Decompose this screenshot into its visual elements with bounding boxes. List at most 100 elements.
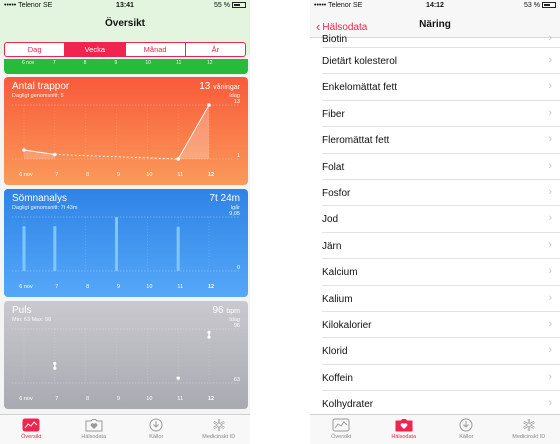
tab-sources[interactable]: Källor [125, 415, 188, 444]
status-bar: ••••• Telenor SE 13:41 55 % [0, 0, 250, 12]
list-item[interactable]: Enkelomättat fett › [322, 74, 560, 101]
strip-axis-label: 8 [83, 60, 87, 66]
strip-axis: 6 nov 7 8 9 10 11 12 [4, 60, 248, 67]
segment-week[interactable]: Vecka [65, 43, 126, 56]
x-axis-label: 12 [207, 396, 215, 402]
y-axis-min-label: 1 [237, 153, 240, 159]
tab-sources[interactable]: Källor [435, 415, 498, 444]
battery-status: 55 % [214, 2, 246, 9]
list-item[interactable]: Fiber › [322, 101, 560, 128]
x-axis-label: 12 [207, 172, 215, 178]
segment-year[interactable]: År [186, 43, 245, 56]
tab-medical-id[interactable]: Medicinskt ID [498, 415, 560, 444]
x-axis-label: 10 [146, 396, 153, 402]
sources-icon [125, 418, 188, 432]
tab-medical-id[interactable]: Medicinskt ID [188, 415, 251, 444]
x-axis-label: 10 [146, 172, 153, 178]
bar [115, 217, 118, 271]
chevron-right-icon: › [548, 291, 552, 304]
chevron-right-icon: › [548, 370, 552, 383]
strip-axis-label: 6 nov [22, 60, 35, 66]
status-bar: ••••• Telenor SE 14:12 53 % [310, 0, 560, 12]
list-item[interactable]: Folat › [322, 154, 560, 180]
tab-health-data[interactable]: Hälsodata [373, 415, 436, 444]
card-stairs[interactable]: 13 1 Antal trappor Dagligt genomsnitt: 5 … [4, 77, 248, 185]
strip-axis-label: 7 [52, 60, 56, 66]
list-item-label: Biotin [322, 34, 348, 45]
card-value: 13 våningar [199, 81, 240, 92]
card-pulse[interactable]: 96 63 Puls Min: 63 Max: 96 96 bpm Idag 6 … [4, 301, 248, 409]
list-item[interactable]: Fleromättat fett › [322, 127, 560, 154]
list-item[interactable]: Koffein › [322, 365, 560, 392]
x-axis-label: 11 [177, 396, 184, 402]
list-item-label: Fosfor [322, 187, 351, 199]
nav-bar: ••••• Telenor SE 14:12 53 % ‹ Hälsodata N… [310, 0, 560, 38]
list-item[interactable]: Kalcium › [322, 259, 560, 286]
data-point [207, 103, 211, 107]
tab-label: Medicinskt ID [512, 434, 546, 440]
nutrition-screen: ••••• Telenor SE 14:12 53 % ‹ Hälsodata N… [310, 0, 560, 444]
strip-axis-label: 11 [176, 60, 182, 66]
x-axis: 6 nov 7 8 9 10 11 12 [4, 172, 248, 180]
list-item[interactable]: Kalium › [322, 286, 560, 312]
list-item-label: Kolhydrater [322, 399, 374, 411]
overview-screen: ••••• Telenor SE 13:41 55 % Översikt Dag… [0, 0, 250, 444]
data-point [176, 376, 180, 380]
chevron-right-icon: › [548, 80, 552, 93]
page-title: Översikt [104, 18, 146, 29]
card-sleep[interactable]: 9,05 0 Sömnanalys Dagligt genomsnitt: 7t … [4, 189, 248, 297]
x-axis-label: 7 [55, 284, 59, 290]
tab-bar: Översikt Hälsodata Källor Medicinskt ID [0, 414, 250, 444]
series-line [54, 154, 179, 160]
tab-label: Översikt [21, 434, 42, 440]
previous-card-strip[interactable]: 6 nov 7 8 9 10 11 12 [4, 59, 248, 74]
data-point [53, 366, 57, 370]
y-axis-max-label: 9,05 [229, 211, 240, 217]
chevron-right-icon: › [548, 159, 552, 172]
list-item[interactable]: Jod › [322, 206, 560, 233]
data-point [53, 152, 57, 157]
card-value-sub: Igår [230, 205, 240, 211]
list-item-label: Dietärt kolesterol [322, 56, 398, 67]
health-data-icon [63, 418, 126, 432]
page-title: Näring [419, 19, 451, 30]
y-axis-min-label: 63 [234, 377, 240, 383]
list-item[interactable]: Fosfor › [322, 180, 560, 207]
x-axis-label: 8 [86, 396, 90, 402]
list-item[interactable]: Dietärt kolesterol › [322, 48, 560, 75]
tab-bar: Översikt Hälsodata Källor Medicinskt ID [310, 414, 560, 444]
chevron-right-icon: › [548, 265, 552, 278]
segment-day[interactable]: Dag [5, 43, 66, 56]
x-axis-label: 9 [116, 396, 121, 402]
list-item[interactable]: Klorid › [322, 338, 560, 365]
segment-month[interactable]: Månad [126, 43, 186, 56]
data-point [53, 361, 57, 365]
tab-overview[interactable]: Översikt [310, 415, 373, 444]
card-value-sub: Idag [229, 317, 240, 323]
chevron-right-icon: › [548, 106, 552, 119]
x-axis-label: 7 [55, 396, 59, 402]
tab-overview[interactable]: Översikt [0, 415, 63, 444]
chevron-right-icon: › [548, 238, 552, 251]
tab-health-data[interactable]: Hälsodata [63, 415, 126, 444]
card-value-unit: bpm [226, 308, 240, 315]
list-item[interactable]: Kilokalorier › [322, 312, 560, 339]
area-fill [24, 150, 55, 159]
medical-id-icon [498, 418, 560, 432]
y-axis-max-label: 13 [234, 99, 240, 105]
chevron-right-icon: › [548, 212, 552, 225]
tab-label: Hälsodata [81, 434, 107, 440]
chevron-right-icon: › [548, 32, 552, 44]
list-item-label: Järn [322, 240, 342, 252]
strip-axis-label: 9 [114, 60, 118, 66]
nutrient-list: Biotin › Dietärt kolesterol › Enkelomättat f… [310, 32, 560, 418]
chevron-right-icon: › [548, 344, 552, 357]
list-item[interactable]: Biotin › [322, 32, 560, 48]
tab-label: Hälsodata [391, 434, 417, 440]
list-item[interactable]: Järn › [322, 233, 560, 260]
card-value: 96 bpm [212, 305, 240, 316]
list-item-label: Jod [322, 214, 339, 226]
chevron-right-icon: › [548, 185, 552, 198]
list-item-label: Fiber [322, 108, 345, 120]
card-value-number: 96 [212, 305, 224, 316]
